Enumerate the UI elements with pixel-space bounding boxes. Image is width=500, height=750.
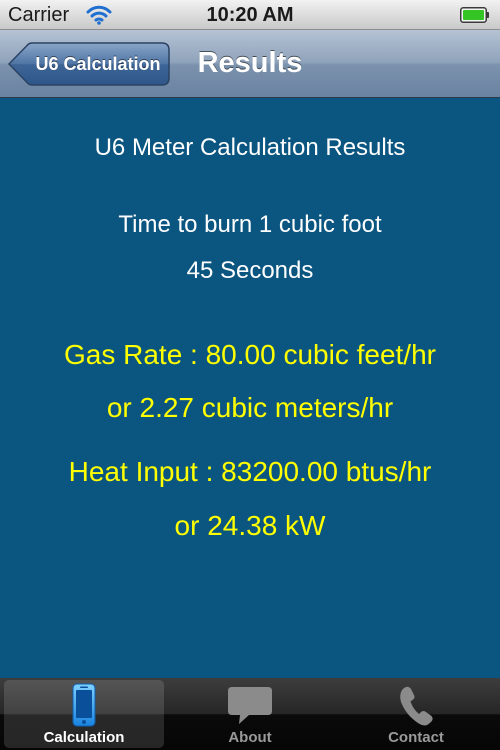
tab-calculation[interactable]: Calculation: [4, 680, 164, 748]
status-bar: Carrier 10:20 AM: [0, 0, 500, 30]
tab-about-label: About: [228, 729, 272, 746]
gas-rate-metric: or 2.27 cubic meters/hr: [106, 392, 394, 423]
speech-bubble-icon: [228, 687, 272, 724]
telephone-handset-icon: [400, 686, 433, 726]
page-title: Results: [197, 47, 303, 79]
results-panel: U6 Meter Calculation Results Time to bur…: [0, 98, 500, 678]
burn-time-label: Time to burn 1 cubic foot: [118, 211, 382, 238]
status-time: 10:20 AM: [206, 4, 294, 26]
tab-calculation-label: Calculation: [43, 729, 125, 746]
heat-input-kw: or 24.38 kW: [174, 510, 326, 541]
tab-about[interactable]: About: [170, 680, 330, 748]
burn-time-value: 45 Seconds: [186, 257, 314, 284]
navigation-bar: U6 Calculation Results: [0, 30, 500, 98]
back-button[interactable]: U6 Calculation: [8, 42, 170, 86]
results-heading: U6 Meter Calculation Results: [94, 134, 406, 161]
tab-bar: Calculation About Contact: [0, 678, 500, 750]
gas-rate-imperial: Gas Rate : 80.00 cubic feet/hr: [64, 339, 436, 370]
tab-contact-label: Contact: [388, 729, 444, 746]
tab-contact[interactable]: Contact: [336, 680, 496, 748]
heat-input-btu: Heat Input : 83200.00 btus/hr: [68, 456, 432, 487]
battery-icon: [460, 7, 489, 23]
phone-icon: [72, 683, 96, 727]
back-button-label: U6 Calculation: [35, 54, 161, 74]
